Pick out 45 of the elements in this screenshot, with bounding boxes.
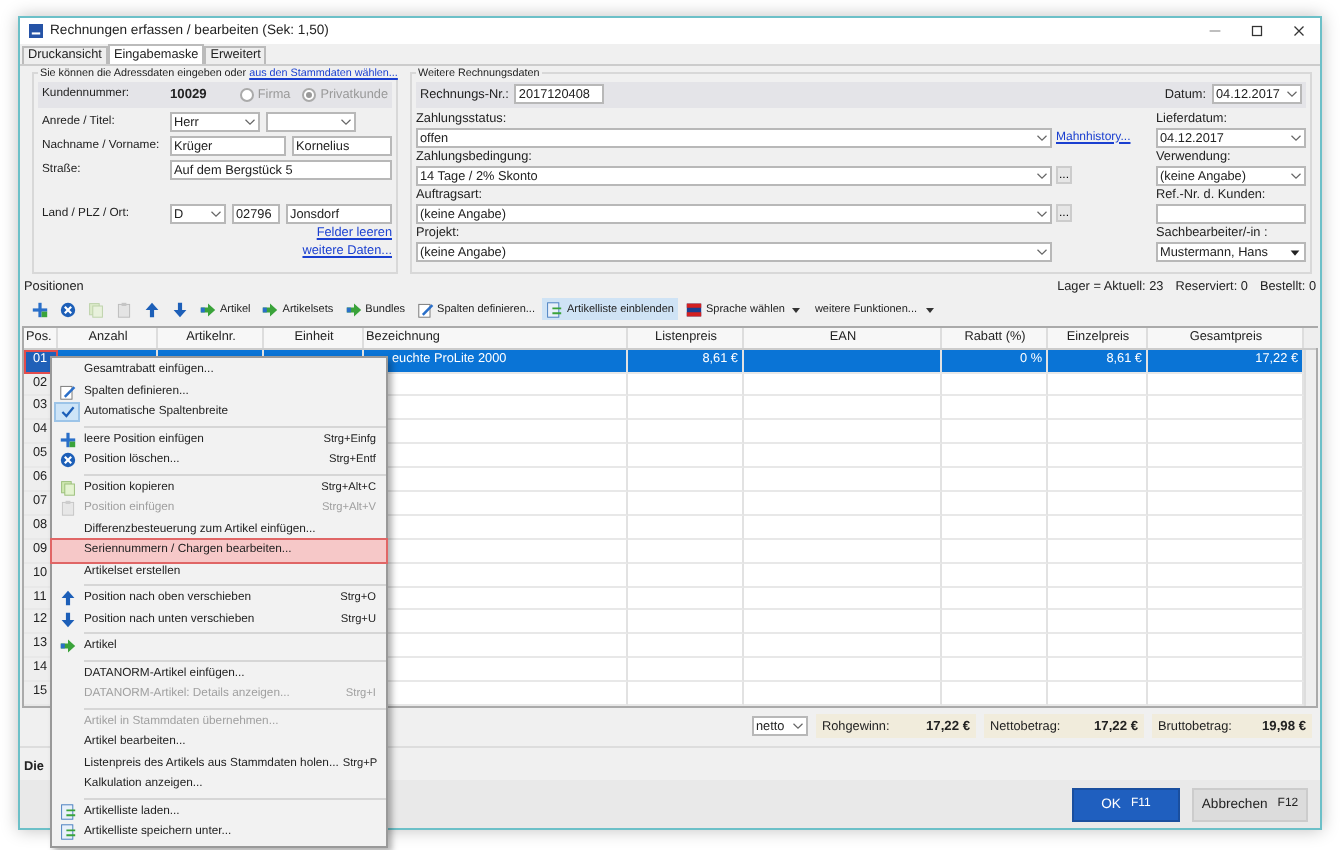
toolbar-icon-button[interactable] bbox=[168, 298, 192, 321]
dropdown-arrow-icon bbox=[1288, 245, 1302, 260]
arrow-icon bbox=[59, 638, 75, 655]
chevron-down-icon bbox=[210, 207, 222, 220]
title-dropdown[interactable] bbox=[266, 111, 356, 132]
chevron-down-icon bbox=[1286, 88, 1298, 101]
pencil-icon bbox=[417, 301, 434, 318]
add-icon bbox=[59, 431, 75, 448]
toolbar-icon-button[interactable] bbox=[28, 298, 52, 321]
list-icon bbox=[59, 803, 75, 820]
close-icon[interactable] bbox=[1290, 21, 1308, 40]
document-icon bbox=[59, 479, 75, 496]
chevron-down-icon bbox=[1036, 169, 1048, 182]
chevron-down-icon bbox=[340, 115, 352, 128]
document-icon bbox=[88, 301, 104, 318]
toolbar-icon-button[interactable] bbox=[56, 298, 80, 321]
clipboard-icon bbox=[59, 500, 75, 517]
clipboard-icon bbox=[116, 301, 132, 318]
chevron-down-icon bbox=[1290, 131, 1302, 144]
maximize-icon[interactable] bbox=[1248, 21, 1266, 40]
scrollbar[interactable] bbox=[1304, 349, 1316, 706]
down-arrow-icon bbox=[172, 301, 188, 318]
reference-field[interactable] bbox=[1156, 203, 1306, 224]
list-icon bbox=[546, 301, 563, 318]
pencil-icon bbox=[59, 383, 75, 400]
app-icon bbox=[28, 23, 44, 38]
up-arrow-icon bbox=[144, 301, 160, 318]
checkmark-icon bbox=[59, 404, 75, 421]
list-icon bbox=[59, 824, 75, 841]
arrow-icon bbox=[200, 301, 216, 318]
add-icon bbox=[32, 301, 48, 318]
chevron-down-icon bbox=[1036, 245, 1048, 258]
arrow-icon bbox=[345, 301, 362, 318]
delete-icon bbox=[60, 301, 76, 318]
delete-icon bbox=[59, 452, 75, 469]
up-arrow-icon bbox=[59, 590, 75, 607]
chevron-down-icon bbox=[1036, 131, 1048, 144]
arrow-icon bbox=[262, 301, 279, 318]
chevron-down-icon bbox=[792, 720, 804, 732]
chevron-down-icon bbox=[244, 115, 256, 128]
flag-icon bbox=[686, 301, 702, 318]
chevron-down-icon bbox=[1036, 207, 1048, 220]
chevron-down-icon bbox=[1290, 169, 1302, 182]
toolbar-icon-button[interactable] bbox=[140, 298, 164, 321]
down-arrow-icon bbox=[59, 611, 75, 628]
